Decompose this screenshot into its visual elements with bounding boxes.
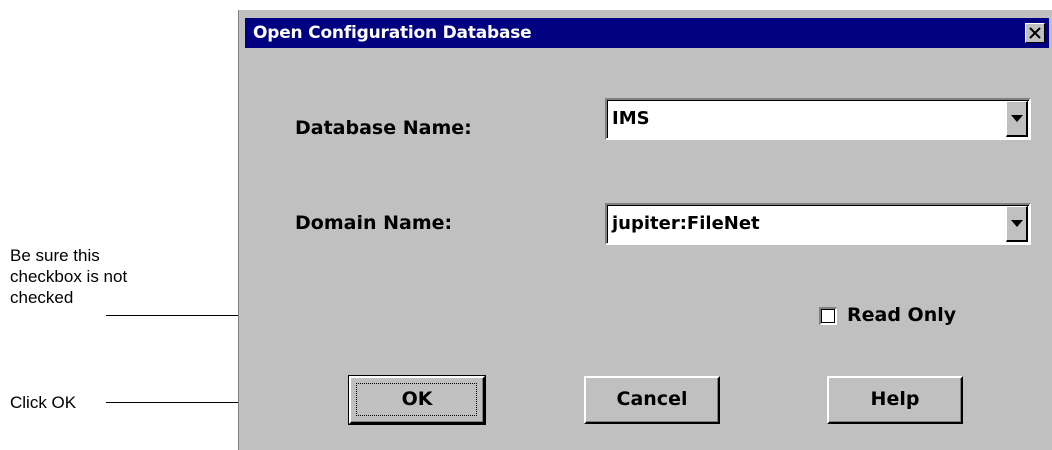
checkbox-annotation-line-3: checked	[10, 288, 74, 307]
cancel-button[interactable]: Cancel	[584, 376, 720, 424]
domain-name-value: jupiter:FileNet	[612, 213, 760, 234]
database-name-combobox[interactable]: IMS	[605, 98, 1031, 140]
read-only-label[interactable]: Read Only	[847, 304, 956, 326]
help-button[interactable]: Help	[827, 376, 963, 424]
domain-name-label: Domain Name:	[295, 212, 453, 234]
cancel-button-label: Cancel	[616, 388, 688, 410]
open-configuration-database-dialog: Open Configuration Database Database Nam…	[238, 10, 1052, 450]
checkbox-annotation-line-1: Be sure this	[10, 246, 100, 265]
chevron-down-icon	[1011, 220, 1023, 227]
database-name-dropdown-button[interactable]	[1006, 101, 1028, 137]
close-icon	[1029, 27, 1041, 39]
database-name-value: IMS	[612, 108, 650, 129]
dialog-titlebar[interactable]: Open Configuration Database	[245, 18, 1049, 48]
help-button-label: Help	[870, 388, 920, 410]
domain-name-combobox[interactable]: jupiter:FileNet	[605, 203, 1031, 245]
ok-button[interactable]: OK	[348, 375, 486, 425]
close-button[interactable]	[1025, 23, 1045, 43]
dialog-title: Open Configuration Database	[253, 23, 532, 43]
screenshot-stage: Be sure this checkbox is not checked Cli…	[0, 0, 1052, 450]
checkbox-annotation: Be sure this checkbox is not checked	[10, 245, 210, 308]
chevron-down-icon	[1011, 115, 1023, 122]
database-name-label: Database Name:	[295, 117, 472, 139]
domain-name-dropdown-button[interactable]	[1006, 206, 1028, 242]
ok-annotation: Click OK	[10, 393, 77, 412]
ok-button-label: OK	[401, 388, 433, 410]
checkbox-annotation-line-2: checkbox is not	[10, 267, 128, 286]
read-only-checkbox[interactable]	[819, 307, 837, 325]
